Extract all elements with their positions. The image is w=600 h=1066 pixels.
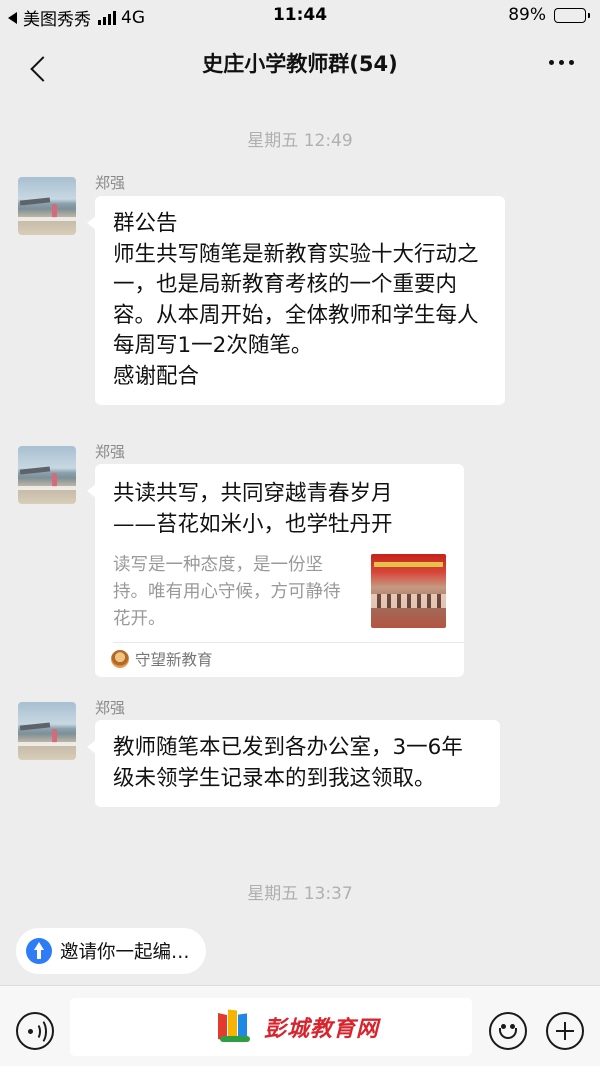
- invite-edit-button[interactable]: 邀请你一起编…: [16, 928, 206, 974]
- time-label: 星期五 12:49: [247, 131, 353, 151]
- battery-icon: [554, 7, 590, 23]
- nav-bar: 史庄小学教师群(54): [0, 32, 600, 92]
- avatar[interactable]: [18, 177, 76, 235]
- sender-name: 郑强: [95, 174, 126, 192]
- more-icon[interactable]: [549, 60, 574, 65]
- message-text: 教师随笔本已发到各办公室，3一6年级未领学生记录本的到我这领取。: [113, 735, 463, 791]
- time-label: 星期五 13:37: [247, 884, 353, 904]
- link-card[interactable]: 共读共写，共同穿越青春岁月 ——苔花如米小，也学牡丹开 读写是一种态度，是一份坚…: [87, 464, 464, 677]
- message-bubble[interactable]: 群公告 师生共写随笔是新教育实验十大行动之一，也是局新教育考核的一个重要内容。从…: [87, 196, 505, 405]
- card-title: 共读共写，共同穿越青春岁月 ——苔花如米小，也学牡丹开: [113, 481, 393, 537]
- avatar[interactable]: [18, 446, 76, 504]
- card-source: 守望新教育: [111, 648, 213, 670]
- watermark-logo-icon: [216, 1009, 254, 1044]
- avatar[interactable]: [18, 702, 76, 760]
- message-input[interactable]: 彭城教育网: [70, 998, 472, 1056]
- sender-name: 郑强: [95, 443, 126, 461]
- watermark-text: 彭城教育网: [264, 1017, 380, 1042]
- watermark: 彭城教育网: [216, 1009, 380, 1044]
- message-text: 群公告 师生共写随笔是新教育实验十大行动之一，也是局新教育考核的一个重要内容。从…: [113, 211, 479, 389]
- status-right: 89%: [508, 5, 590, 25]
- sender-name: 郑强: [95, 699, 126, 717]
- invite-label: 邀请你一起编…: [60, 942, 190, 963]
- input-toolbar: 彭城教育网: [0, 985, 600, 1066]
- share-arrow-icon: [26, 938, 52, 964]
- card-source-name: 守望新教育: [135, 651, 213, 669]
- message-bubble[interactable]: 教师随笔本已发到各办公室，3一6年级未领学生记录本的到我这领取。: [87, 720, 500, 807]
- emoji-icon[interactable]: [489, 1012, 527, 1050]
- plus-icon[interactable]: [546, 1012, 584, 1050]
- status-bar: 美图秀秀 4G 11:44 89%: [0, 0, 600, 32]
- source-logo-icon: [111, 650, 129, 668]
- card-body: 读写是一种态度，是一份坚持。唯有用心守候，方可静待花开。: [95, 552, 464, 644]
- battery-percent: 89%: [508, 5, 546, 25]
- card-divider: [113, 642, 464, 643]
- card-thumbnail: [371, 554, 446, 628]
- card-description: 读写是一种态度，是一份坚持。唯有用心守候，方可静待花开。: [113, 555, 341, 629]
- voice-input-icon[interactable]: [16, 1012, 54, 1050]
- chat-title: 史庄小学教师群(54): [202, 52, 398, 76]
